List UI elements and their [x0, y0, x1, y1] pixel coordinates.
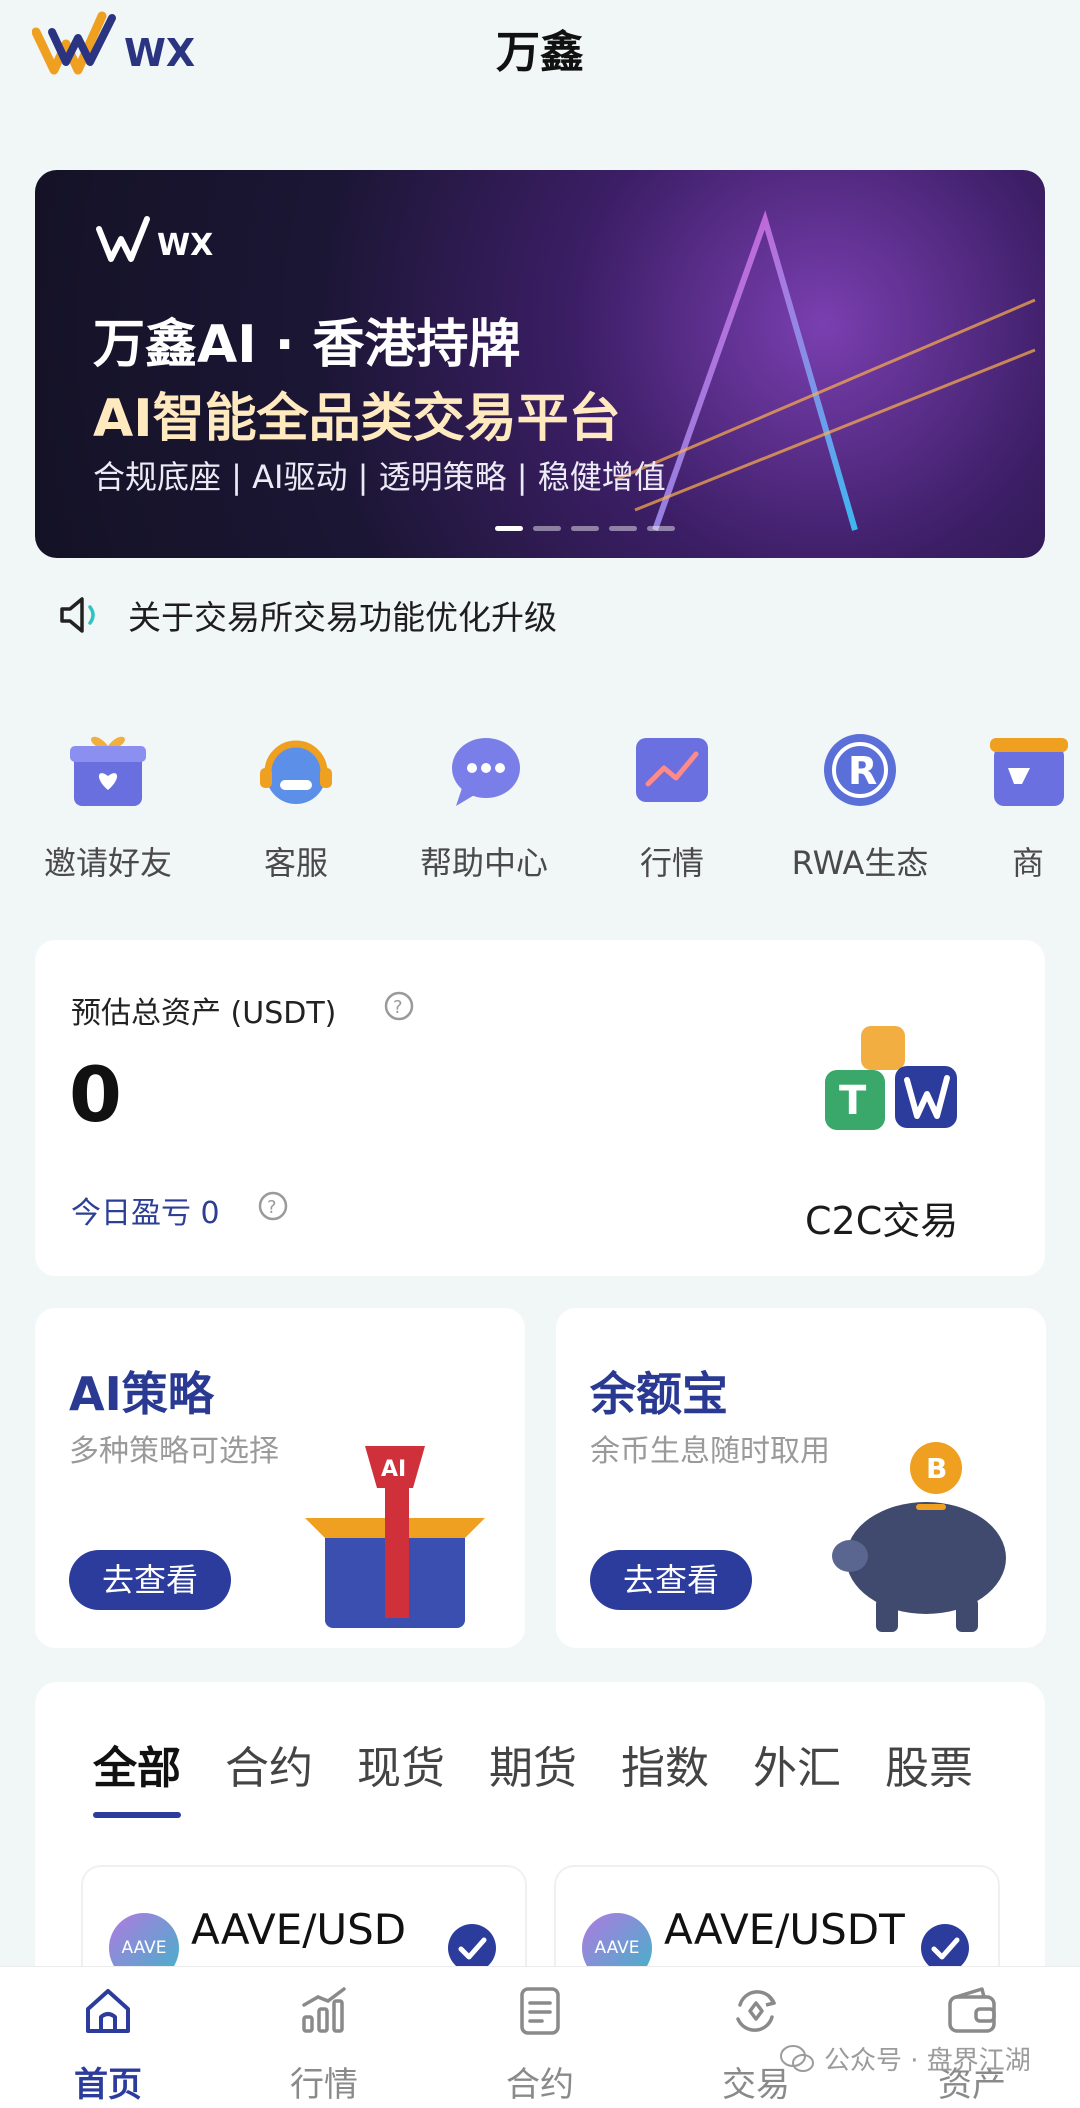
card-title: AI策略: [69, 1367, 214, 1421]
banner-dot[interactable]: [495, 526, 523, 531]
shortcut-customer-service[interactable]: 客服: [196, 728, 396, 884]
card-subtitle: 多种策略可选择: [69, 1434, 279, 1469]
pair-name: AAVE/USDT: [664, 1905, 905, 1954]
ai-box-icon: AI: [305, 1446, 485, 1628]
notice-bar[interactable]: 关于交易所交易功能优化升级: [58, 590, 1038, 640]
banner-dot[interactable]: [533, 526, 561, 531]
wallet-icon: [948, 1987, 996, 2033]
shortcut-label: 行情: [639, 844, 704, 882]
banner-logo: WX: [96, 216, 213, 263]
banner-dot[interactable]: [571, 526, 599, 531]
nav-label: 首页: [74, 2065, 142, 2105]
wechat-icon: [780, 2044, 814, 2072]
banner-pagination[interactable]: [495, 526, 675, 531]
svg-text:R: R: [848, 749, 877, 793]
estimated-assets-label: 预估总资产 (USDT): [71, 996, 337, 1031]
source-watermark: 公众号 · 盘界江湖: [780, 2040, 1031, 2077]
help-icon[interactable]: ?: [257, 1190, 289, 1222]
svg-text:WX: WX: [157, 228, 213, 263]
nav-label: 合约: [506, 2065, 574, 2105]
banner-dot[interactable]: [647, 526, 675, 531]
help-icon[interactable]: ?: [383, 990, 415, 1022]
view-ai-strategy-button[interactable]: 去查看: [69, 1550, 231, 1610]
gift-icon: [70, 736, 146, 806]
market-tabs: 全部 合约 现货 期货 指数 外汇 股票: [93, 1732, 973, 1818]
promo-banner[interactable]: WX 万鑫AI · 香港持牌 AI智能全品类交易平台 合规底座 | AI驱动 |…: [35, 170, 1045, 558]
svg-text:AI: AI: [381, 1457, 406, 1482]
c2c-icon[interactable]: T: [815, 1020, 965, 1170]
market-tab[interactable]: 现货: [357, 1732, 445, 1796]
shortcut-label: 邀请好友: [43, 844, 172, 882]
svg-text:?: ?: [393, 997, 403, 1018]
today-pnl: 今日盈亏 0: [71, 1196, 220, 1231]
pair-name: AAVE/USD: [191, 1905, 407, 1954]
market-tab[interactable]: 指数: [621, 1732, 709, 1796]
page-title: 万鑫: [496, 27, 584, 78]
market-chart-icon: [302, 1987, 346, 2033]
nav-home[interactable]: 首页: [0, 1985, 216, 2106]
assets-card[interactable]: 预估总资产 (USDT) ? 0 今日盈亏 0 ? T C2C交易: [35, 940, 1045, 1276]
market-tab[interactable]: 股票: [885, 1732, 973, 1796]
nav-market[interactable]: 行情: [216, 1985, 432, 2106]
market-tab[interactable]: 全部: [93, 1732, 181, 1818]
piggy-bank-icon: B: [832, 1442, 1006, 1632]
svg-text:B: B: [926, 1452, 947, 1485]
yuebao-card[interactable]: 余额宝 余币生息随时取用 去查看 B: [556, 1308, 1046, 1648]
c2c-trade-label[interactable]: C2C交易: [805, 1190, 958, 1245]
bottom-nav: 首页 行情 合约 交易 资产: [0, 1966, 1080, 2108]
app-header: WX 万鑫: [0, 0, 1080, 100]
watermark-text: 公众号 · 盘界江湖: [824, 2046, 1031, 2076]
chart-icon: [636, 738, 708, 802]
banner-title-line2: AI智能全品类交易平台: [93, 389, 621, 449]
headset-icon: [260, 740, 332, 804]
chat-bubble-icon: [452, 738, 520, 806]
shortcut-label: 帮助中心: [419, 844, 548, 882]
banner-title-line1: 万鑫AI · 香港持牌: [93, 315, 521, 375]
card-title: 余额宝: [590, 1367, 728, 1421]
banner-subtitle: 合规底座 | AI驱动 | 透明策略 | 稳健增值: [93, 458, 666, 496]
market-tab[interactable]: 外汇: [753, 1732, 841, 1796]
shortcut-label: 客服: [263, 844, 328, 882]
market-tab[interactable]: 合约: [225, 1732, 313, 1796]
shortcut-row: 邀请好友 客服 帮助中心 行情 R RWA生态 商: [0, 728, 1080, 898]
ai-strategy-card[interactable]: AI策略 多种策略可选择 去查看 AI: [35, 1308, 525, 1648]
market-tab[interactable]: 期货: [489, 1732, 577, 1796]
home-icon: [86, 1989, 130, 2033]
card-subtitle: 余币生息随时取用: [590, 1434, 830, 1469]
estimated-assets-value: 0: [69, 1050, 122, 1139]
shop-icon: [990, 738, 1068, 806]
notice-text: 关于交易所交易功能优化升级: [128, 598, 557, 637]
svg-text:?: ?: [267, 1197, 277, 1218]
shortcut-invite-friends[interactable]: 邀请好友: [8, 728, 208, 884]
nav-label: 行情: [290, 2065, 358, 2105]
shortcut-market[interactable]: 行情: [572, 728, 772, 884]
banner-dot[interactable]: [609, 526, 637, 531]
svg-text:T: T: [839, 1078, 867, 1124]
rwa-icon: R: [824, 734, 896, 806]
contract-doc-icon: [520, 1987, 560, 2035]
nav-contract[interactable]: 合约: [432, 1985, 648, 2106]
speaker-icon: [60, 597, 95, 633]
shortcut-shop[interactable]: 商: [928, 728, 1080, 884]
trade-exchange-icon: [736, 1990, 776, 2032]
view-yuebao-button[interactable]: 去查看: [590, 1550, 752, 1610]
shortcut-help-center[interactable]: 帮助中心: [384, 728, 584, 884]
shortcut-label: 商: [1011, 844, 1044, 882]
